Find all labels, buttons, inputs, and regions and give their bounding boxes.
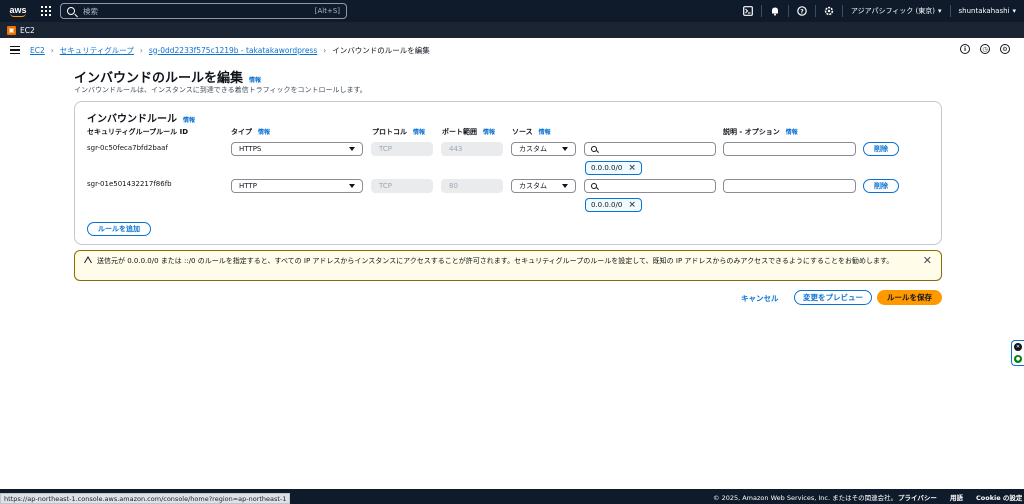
- cidr-token: 0.0.0.0/0 ×: [585, 161, 642, 175]
- cidr-search-input[interactable]: [584, 179, 716, 193]
- search-icon: [67, 7, 75, 15]
- caret-down-icon: ▾: [1012, 7, 1016, 15]
- warning-icon: [84, 256, 92, 263]
- gear-icon[interactable]: [816, 0, 842, 22]
- cidr-token: 0.0.0.0/0 ×: [585, 198, 642, 212]
- column-header-rule-id: セキュリティグループルール ID: [87, 128, 189, 136]
- delete-rule-button[interactable]: 削除: [863, 142, 899, 156]
- terms-link[interactable]: 用語: [950, 492, 963, 502]
- feedback-icon[interactable]: ●: [1014, 355, 1022, 363]
- protocol-field: TCP: [371, 179, 433, 193]
- search-icon: [591, 146, 597, 152]
- cloudshell-icon[interactable]: [735, 0, 761, 22]
- chevron-right-icon: ›: [323, 45, 327, 55]
- cidr-search-input[interactable]: [584, 142, 716, 156]
- status-bar-url: https://ap-northeast-1.console.aws.amazo…: [0, 493, 291, 504]
- menu-icon[interactable]: [10, 45, 20, 55]
- warning-alert: 送信元が 0.0.0.0/0 または ::/0 のルールを指定すると、すべての …: [74, 250, 942, 281]
- chevron-right-icon: ›: [139, 45, 143, 55]
- help-icon[interactable]: ?: [789, 0, 815, 22]
- info-link[interactable]: 情報: [483, 127, 495, 136]
- save-rules-button[interactable]: ルールを保存: [877, 290, 942, 305]
- panel-title: インバウンドルール 情報: [87, 114, 196, 125]
- cookie-settings-link[interactable]: Cookie の設定: [976, 492, 1022, 502]
- page-title: インバウンドのルールを編集 情報: [74, 71, 262, 86]
- history-icon[interactable]: ◷: [980, 44, 990, 54]
- info-link[interactable]: 情報: [786, 127, 798, 136]
- info-link[interactable]: 情報: [249, 75, 261, 84]
- info-link[interactable]: 情報: [413, 127, 425, 136]
- search-placeholder: 検索: [83, 6, 98, 16]
- caret-down-icon: [349, 184, 355, 188]
- breadcrumb-current: インバウンドのルールを編集: [332, 45, 430, 55]
- breadcrumb-row: EC2 › セキュリティグループ › sg-0dd2233f575c1219b …: [0, 38, 1024, 62]
- protocol-field: TCP: [371, 142, 433, 156]
- column-header-description: 説明 - オプション 情報: [723, 127, 798, 136]
- breadcrumb: EC2 › セキュリティグループ › sg-0dd2233f575c1219b …: [30, 45, 430, 56]
- info-link[interactable]: 情報: [539, 127, 551, 136]
- svg-text:?: ?: [800, 8, 804, 15]
- source-select[interactable]: カスタム: [511, 142, 576, 156]
- aws-logo[interactable]: aws: [4, 0, 32, 22]
- services-menu-icon[interactable]: [41, 6, 51, 16]
- column-header-protocol: プロトコル 情報: [372, 127, 426, 136]
- privacy-link[interactable]: プライバシー: [898, 492, 937, 502]
- column-header-source: ソース 情報: [512, 127, 551, 136]
- settings-icon[interactable]: ⚙: [1000, 44, 1010, 54]
- source-select[interactable]: カスタム: [511, 179, 576, 193]
- aws-smile-icon: [10, 13, 26, 17]
- search-input[interactable]: 検索 [Alt+S]: [60, 3, 347, 19]
- chevron-right-icon: ›: [50, 45, 54, 55]
- cancel-button[interactable]: キャンセル: [741, 293, 779, 304]
- description-input[interactable]: [723, 142, 856, 156]
- remove-token-icon[interactable]: ×: [628, 164, 636, 173]
- breadcrumb-security-groups[interactable]: セキュリティグループ: [60, 45, 134, 56]
- search-shortcut: [Alt+S]: [314, 7, 340, 15]
- caret-down-icon: [562, 147, 568, 151]
- search-icon: [591, 183, 597, 189]
- breadcrumb-ec2[interactable]: EC2: [30, 46, 45, 55]
- column-header-port-range: ポート範囲 情報: [442, 127, 496, 136]
- side-feedback-widget[interactable]: ✕ ●: [1011, 340, 1024, 366]
- caret-down-icon: [562, 184, 568, 188]
- region-selector[interactable]: アジアパシフィック (東京) ▾: [843, 6, 950, 16]
- top-navigation: aws 検索 [Alt+S] ? アジアパシフィック (東京) ▾ shuntak: [0, 0, 1024, 22]
- port-range-field: 80: [441, 179, 503, 193]
- column-header-type: タイプ 情報: [231, 127, 271, 136]
- type-select[interactable]: HTTP: [231, 179, 363, 193]
- copyright: © 2025, Amazon Web Services, Inc. またはその関…: [713, 493, 898, 502]
- info-link[interactable]: 情報: [183, 115, 195, 124]
- port-range-field: 443: [441, 142, 503, 156]
- description-input[interactable]: [723, 179, 856, 193]
- add-rule-button[interactable]: ルールを追加: [87, 222, 151, 236]
- close-widget-icon[interactable]: ✕: [1014, 343, 1022, 351]
- inbound-rules-panel: インバウンドルール 情報 セキュリティグループルール ID タイプ 情報 プロト…: [74, 101, 942, 245]
- bell-icon[interactable]: [762, 0, 788, 22]
- rule-id: sgr-01e501432217f86fb: [87, 180, 172, 188]
- user-menu[interactable]: shuntakahashi ▾: [951, 7, 1024, 15]
- page-description: インバウンドルールは、インスタンスに到達できる着信トラフィックをコントロールしま…: [74, 86, 367, 94]
- service-link-ec2[interactable]: EC2: [20, 26, 35, 35]
- remove-token-icon[interactable]: ×: [628, 201, 636, 210]
- rule-id: sgr-0c50feca7bfd2baaf: [87, 144, 168, 152]
- info-link[interactable]: 情報: [258, 127, 270, 136]
- preview-changes-button[interactable]: 変更をプレビュー: [794, 290, 872, 305]
- ec2-service-icon[interactable]: ▣: [7, 25, 16, 35]
- alert-message: 送信元が 0.0.0.0/0 または ::/0 のルールを指定すると、すべての …: [97, 257, 894, 265]
- delete-rule-button[interactable]: 削除: [863, 179, 899, 193]
- info-panel-icon[interactable]: i: [960, 44, 970, 54]
- breadcrumb-security-group[interactable]: sg-0dd2233f575c1219b - takatakawordpress: [149, 46, 317, 55]
- type-select[interactable]: HTTPS: [231, 142, 363, 156]
- caret-down-icon: [349, 147, 355, 151]
- close-icon[interactable]: ✕: [923, 254, 932, 267]
- service-bar: ▣ EC2: [0, 22, 1024, 38]
- caret-down-icon: ▾: [938, 7, 942, 15]
